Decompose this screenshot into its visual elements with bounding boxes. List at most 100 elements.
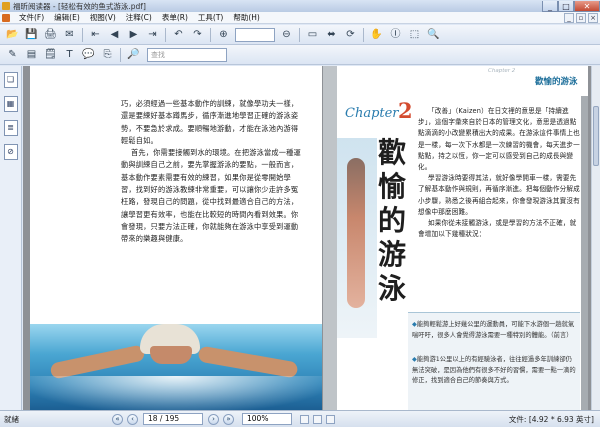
swimmer-photo xyxy=(30,324,322,410)
email-icon[interactable]: ✉ xyxy=(62,27,77,42)
right-paragraph: 學習游泳時要得其法，就好像學開車一樣，需要先了解基本動作與規則，再循序漸進。把每… xyxy=(418,174,580,216)
fit-width-icon[interactable]: ⬌ xyxy=(324,27,339,42)
chapter-title: 歡愉的游泳 xyxy=(378,136,407,305)
single-page-icon[interactable] xyxy=(300,414,309,424)
right-paragraph: 如果你從未接觸游泳，或是學習的方法不正確，就會增加以下幾種狀況： xyxy=(418,219,577,239)
rotate-icon[interactable]: ⟳ xyxy=(343,27,358,42)
first-page-icon[interactable]: ⇤ xyxy=(88,27,103,42)
right-page-text: 「改善」（Kaizen）在日文裡的意思是「持續進步」，這個字彙來自於日本的管理文… xyxy=(418,106,580,240)
menu-form[interactable]: 表单(R) xyxy=(157,12,193,23)
page-edge-tab xyxy=(581,96,588,410)
forward-icon[interactable]: ↷ xyxy=(190,27,205,42)
fish-shape xyxy=(347,158,365,308)
scrollbar-thumb[interactable] xyxy=(593,106,599,166)
toolbar-separator xyxy=(299,27,300,42)
note-item: ◆能夠游1公里以上的有經驗泳者，往往經過多年訓練卻仍無法突破，是因為他們有很多不… xyxy=(412,355,576,387)
layers-icon[interactable]: ≣ xyxy=(3,120,18,136)
pages-icon[interactable]: ▦ xyxy=(3,96,18,112)
minimize-button[interactable]: _ xyxy=(542,0,558,12)
select-text-icon[interactable]: Ⓘ xyxy=(388,27,403,42)
menu-edit[interactable]: 编辑(E) xyxy=(49,12,85,23)
save-icon[interactable]: 💾 xyxy=(24,27,39,42)
facing-page-icon[interactable] xyxy=(326,414,335,424)
water-splash xyxy=(30,376,322,410)
marquee-zoom-icon[interactable]: 🔍 xyxy=(426,27,441,42)
left-page-text: 巧，必須經過一些基本動作的訓練，就像學功夫一樣，還是要練好基本蹲馬步，循序漸進地… xyxy=(121,98,301,246)
right-page: Chapter 2 歡愉的游泳 Chapter 2 歡愉的游泳 「改善」（Kai… xyxy=(323,66,588,410)
snapshot-icon[interactable]: ⬚ xyxy=(407,27,422,42)
status-bar: 就緒 « ‹ 18 / 195 › » 100% 文件: [4.92 * 6.9… xyxy=(0,410,600,427)
note-text: 能夠游1公里以上的有經驗泳者，往往經過多年訓練卻仍無法突破，是因為他們有很多不好… xyxy=(412,356,576,384)
status-text: 就緒 xyxy=(4,414,19,424)
previous-page-button[interactable]: ‹ xyxy=(127,413,138,425)
zoom-in-icon[interactable]: ⊕ xyxy=(216,27,231,42)
menu-file[interactable]: 文件(F) xyxy=(14,12,49,23)
page-navigation: « ‹ 18 / 195 › » xyxy=(110,413,236,425)
menu-comment[interactable]: 注释(C) xyxy=(121,12,157,23)
next-page-button[interactable]: › xyxy=(208,413,219,425)
notes-box: ◆能夠輕鬆游上好幾公里的運動員，可能下水游個一趟就氣喘吁吁，很多人會覺得游泳需要… xyxy=(408,312,580,410)
menu-help[interactable]: 帮助(H) xyxy=(228,12,265,23)
attachments-icon[interactable]: ⊘ xyxy=(3,144,18,160)
find-icon[interactable]: 🔎 xyxy=(126,47,141,62)
pencil-icon[interactable]: ✎ xyxy=(5,47,20,62)
note-icon[interactable]: 🗒 xyxy=(43,47,58,62)
back-icon[interactable]: ↶ xyxy=(171,27,186,42)
title-bar[interactable]: 福昕阅读器 - [轻松有效的鱼式游泳.pdf] _ □ ✕ xyxy=(0,0,600,12)
left-paragraph: 首先，你需要接觸到水的環境。在把游泳當成一種運動與訓練自己之前，要先掌握游泳的要… xyxy=(121,148,301,244)
running-header-title: 歡愉的游泳 xyxy=(535,77,578,87)
chapter-number: 2 xyxy=(398,98,413,123)
document-size: 文件: [4.92 * 6.93 英寸] xyxy=(508,414,594,424)
stamp-icon[interactable]: ⎘ xyxy=(100,47,115,62)
typewriter-icon[interactable]: T xyxy=(62,47,77,62)
close-button[interactable]: ✕ xyxy=(574,0,600,12)
app-icon xyxy=(2,2,10,10)
doc-restore-icon[interactable]: ▫ xyxy=(576,12,586,23)
toolbar-separator xyxy=(82,27,83,42)
callout-icon[interactable]: 💬 xyxy=(81,47,96,62)
note-item: ◆能夠輕鬆游上好幾公里的運動員，可能下水游個一趟就氣喘吁吁，很多人會覺得游泳需要… xyxy=(412,320,576,341)
view-mode-buttons xyxy=(298,414,337,424)
running-header-chapter: Chapter 2 xyxy=(488,68,516,74)
bookmarks-icon[interactable]: ❏ xyxy=(3,72,18,88)
highlight-icon[interactable]: ▤ xyxy=(24,47,39,62)
main-toolbar: 📂 💾 🖨 ✉ ⇤ ◀ ▶ ⇥ ↶ ↷ ⊕ ⊖ ▭ ⬌ ⟳ ✋ Ⓘ ⬚ 🔍 xyxy=(0,25,600,45)
first-page-button[interactable]: « xyxy=(112,413,123,425)
print-icon[interactable]: 🖨 xyxy=(43,27,58,42)
toolbar-separator xyxy=(210,27,211,42)
pdf-reader-window: 福昕阅读器 - [轻松有效的鱼式游泳.pdf] _ □ ✕ 文件(F) 编辑(E… xyxy=(0,0,600,427)
fit-page-icon[interactable]: ▭ xyxy=(305,27,320,42)
zoom-level-select[interactable]: 100% xyxy=(242,413,292,425)
document-icon xyxy=(2,13,10,22)
navigation-pane: ❏ ▦ ≣ ⊘ xyxy=(0,66,22,410)
vertical-scrollbar[interactable] xyxy=(591,66,600,410)
open-icon[interactable]: 📂 xyxy=(5,27,20,42)
fish-illustration xyxy=(337,138,377,338)
hand-tool-icon[interactable]: ✋ xyxy=(369,27,384,42)
prev-page-icon[interactable]: ◀ xyxy=(107,27,122,42)
last-page-icon[interactable]: ⇥ xyxy=(145,27,160,42)
last-page-button[interactable]: » xyxy=(223,413,234,425)
menu-bar: 文件(F) 编辑(E) 视图(V) 注释(C) 表单(R) 工具(T) 帮助(H… xyxy=(0,12,600,24)
doc-close-icon[interactable]: × xyxy=(588,12,598,23)
document-view[interactable]: 巧，必須經過一些基本動作的訓練，就像學功夫一樣，還是要練好基本蹲馬步，循序漸進地… xyxy=(23,66,591,410)
next-page-icon[interactable]: ▶ xyxy=(126,27,141,42)
page-number-input[interactable]: 18 / 195 xyxy=(143,413,203,425)
right-paragraph: 「改善」（Kaizen）在日文裡的意思是「持續進步」，這個字彙來自於日本的管理文… xyxy=(418,107,580,172)
maximize-button[interactable]: □ xyxy=(558,0,574,12)
find-input[interactable]: 查找 xyxy=(147,47,227,62)
continuous-page-icon[interactable] xyxy=(313,414,322,424)
swimmer-arm-right xyxy=(197,345,299,379)
toolbar-separator xyxy=(165,27,166,42)
page-spine-bar xyxy=(323,66,337,410)
toolbar-separator xyxy=(363,27,364,42)
zoom-select[interactable] xyxy=(235,27,275,42)
left-page: 巧，必須經過一些基本動作的訓練，就像學功夫一樣，還是要練好基本蹲馬步，循序漸進地… xyxy=(30,66,322,410)
doc-minimize-icon[interactable]: _ xyxy=(564,12,574,23)
menu-view[interactable]: 视图(V) xyxy=(85,12,121,23)
document-window-controls: _ ▫ × xyxy=(564,12,600,23)
zoom-out-icon[interactable]: ⊖ xyxy=(279,27,294,42)
swimmer-face xyxy=(150,346,192,364)
menu-tools[interactable]: 工具(T) xyxy=(193,12,228,23)
left-paragraph: 巧，必須經過一些基本動作的訓練，就像學功夫一樣，還是要練好基本蹲馬步，循序漸進地… xyxy=(121,99,299,145)
